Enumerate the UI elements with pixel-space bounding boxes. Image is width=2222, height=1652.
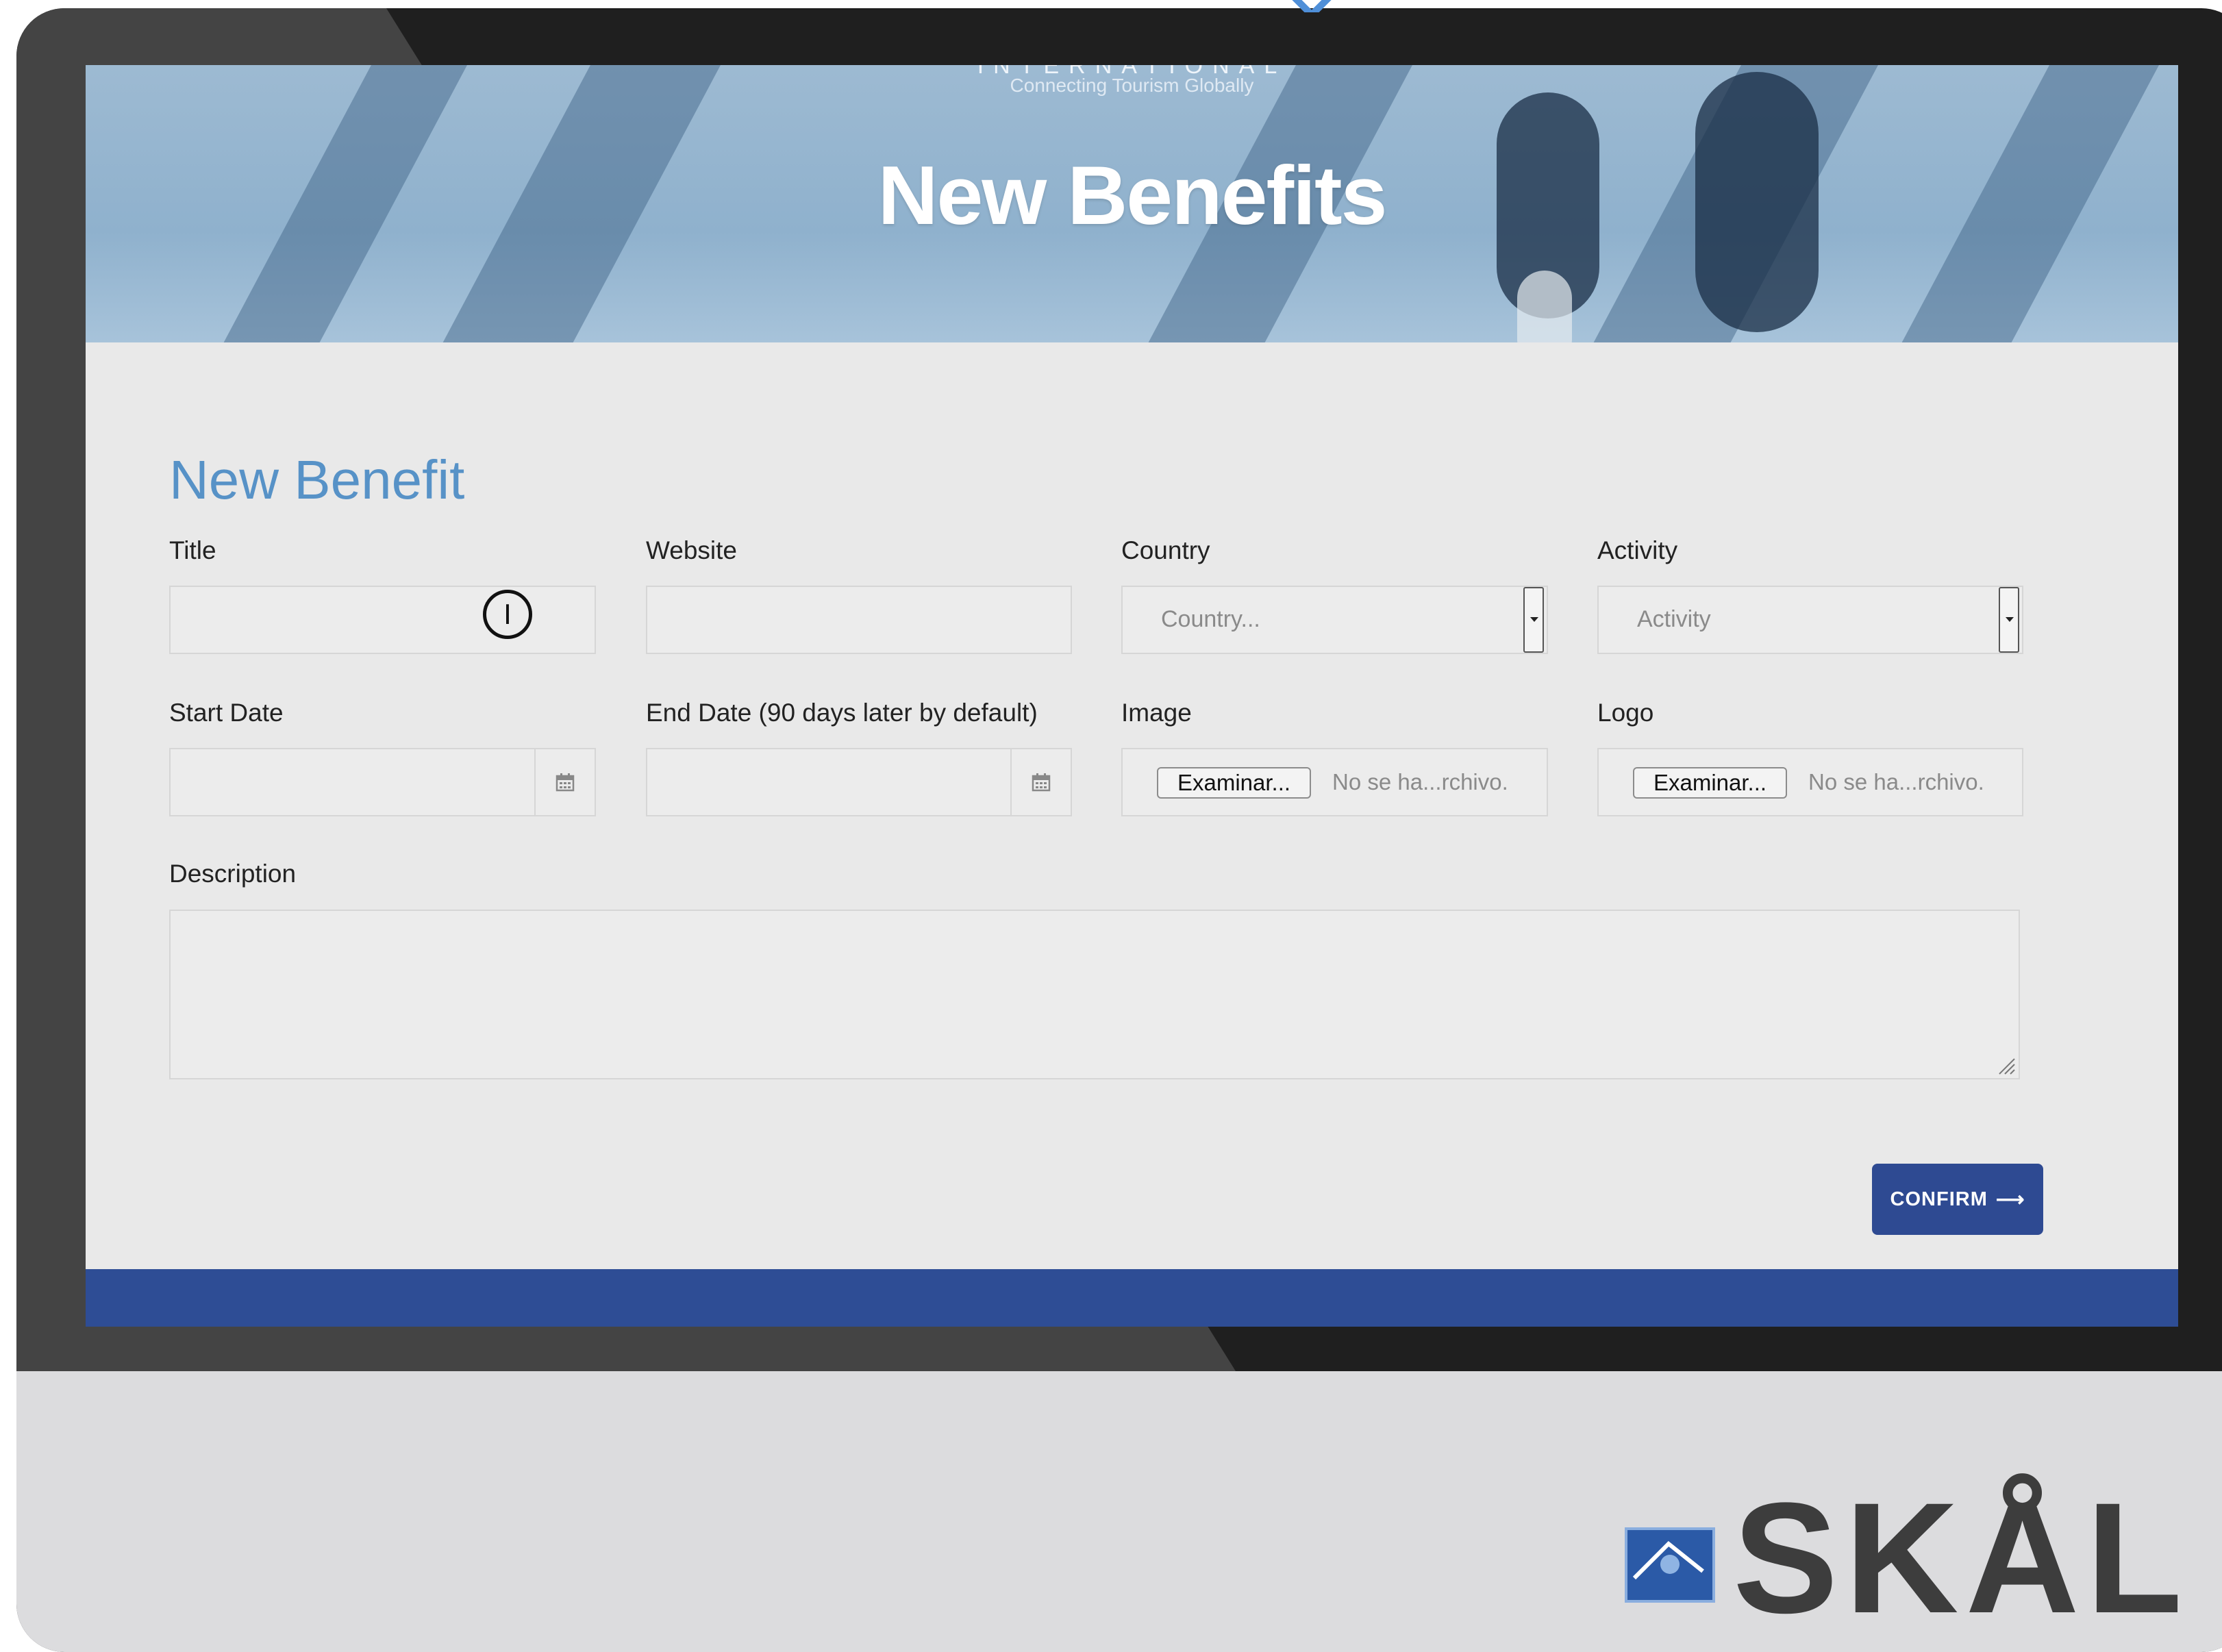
- hero-banner: INTERNATIONAL Connecting Tourism Globall…: [86, 65, 2178, 342]
- country-placeholder: Country...: [1161, 606, 1260, 632]
- activity-placeholder: Activity: [1637, 606, 1711, 632]
- page-title: New Benefits: [877, 149, 1387, 242]
- confirm-button[interactable]: CONFIRM ⟶: [1872, 1164, 2043, 1235]
- brand-tagline: Connecting Tourism Globally: [1010, 75, 1254, 96]
- logo-browse-button[interactable]: Examinar...: [1633, 767, 1788, 799]
- title-input[interactable]: [169, 586, 596, 654]
- image-file-status: No se ha...rchivo.: [1332, 769, 1508, 794]
- image-label: Image: [1121, 699, 1192, 727]
- country-label: Country: [1121, 536, 1210, 564]
- chevron-down-icon[interactable]: [1523, 587, 1544, 653]
- resize-handle-icon[interactable]: [1995, 1055, 2016, 1075]
- calendar-button[interactable]: [1010, 749, 1071, 815]
- image-file-input[interactable]: Examinar... No se ha...rchivo.: [1121, 748, 1548, 816]
- end-date-label: End Date (90 days later by default): [646, 699, 1038, 727]
- calendar-button[interactable]: [534, 749, 595, 815]
- description-textarea[interactable]: [169, 910, 2020, 1079]
- arrow-right-icon: ⟶: [1995, 1188, 2025, 1211]
- activity-select[interactable]: Activity: [1597, 586, 2023, 654]
- chevron-up-icon: [1253, 0, 1363, 12]
- calendar-icon: [1032, 773, 1051, 792]
- logo-label: Logo: [1597, 699, 1654, 727]
- end-date-input[interactable]: [646, 748, 1072, 816]
- app-screen: INTERNATIONAL Connecting Tourism Globall…: [86, 65, 2178, 1327]
- image-browse-button[interactable]: Examinar...: [1157, 767, 1312, 799]
- description-label: Description: [169, 860, 297, 888]
- logo-file-input[interactable]: Examinar... No se ha...rchivo.: [1597, 748, 2023, 816]
- website-label: Website: [646, 536, 737, 564]
- confirm-label: CONFIRM: [1890, 1188, 1988, 1210]
- activity-label: Activity: [1597, 536, 1678, 564]
- website-input[interactable]: [646, 586, 1072, 654]
- country-select[interactable]: Country...: [1121, 586, 1548, 654]
- skal-logo-text: SKÅL: [1733, 1470, 2190, 1646]
- start-date-input[interactable]: [169, 748, 596, 816]
- chevron-down-icon[interactable]: [1999, 587, 2019, 653]
- logo-file-status: No se ha...rchivo.: [1808, 769, 1984, 794]
- form-heading: New Benefit: [169, 449, 465, 510]
- skal-logo-icon: [1625, 1527, 1715, 1603]
- title-label: Title: [169, 536, 216, 564]
- calendar-icon: [556, 773, 575, 792]
- text-cursor-icon: I: [483, 590, 532, 639]
- start-date-label: Start Date: [169, 699, 284, 727]
- footer-bar: [86, 1269, 2178, 1327]
